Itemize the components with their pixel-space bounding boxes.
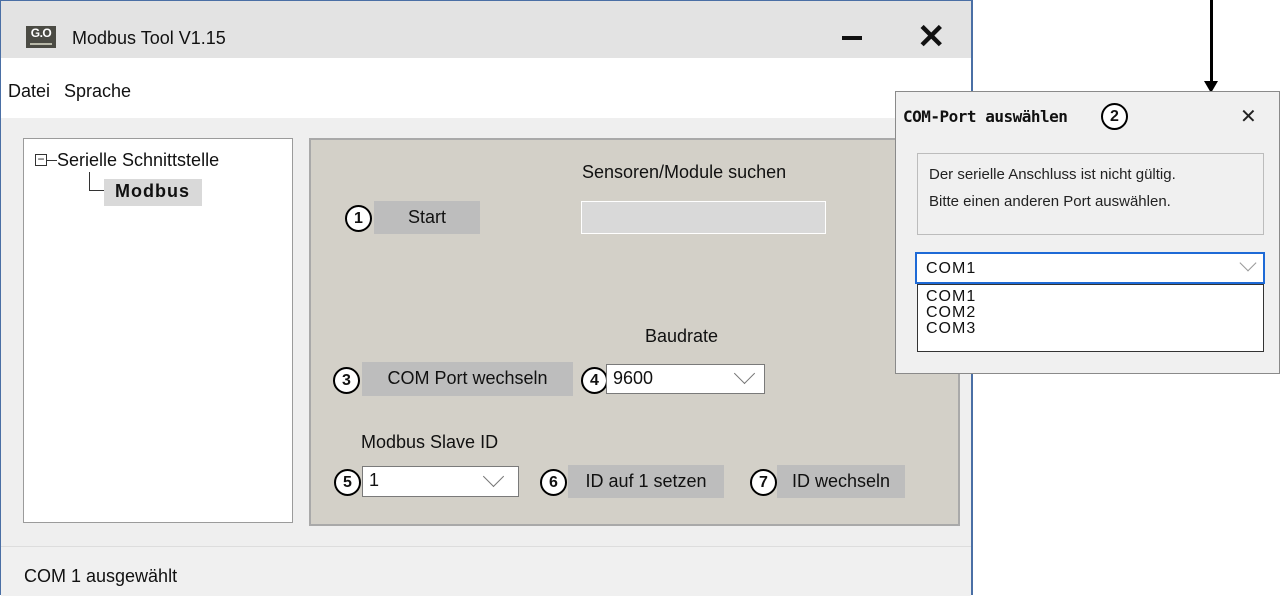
menu-bar	[1, 58, 971, 118]
chevron-down-icon	[1239, 254, 1257, 272]
marker-2: 2	[1101, 103, 1128, 130]
start-button[interactable]: Start	[374, 201, 480, 234]
tree-item-modbus-label: Modbus	[115, 181, 190, 201]
com-port-value: COM1	[926, 260, 977, 277]
dialog-message-line-2: Bitte einen anderen Port auswählen.	[929, 193, 1171, 210]
status-text: COM 1 ausgewählt	[24, 566, 178, 586]
chevron-down-icon	[482, 465, 505, 488]
baudrate-select[interactable]: 9600	[606, 362, 765, 394]
tree-item-serielle-schnittstelle[interactable]: Serielle Schnittstelle	[57, 150, 219, 171]
marker-3: 3	[333, 367, 360, 394]
marker-6: 6	[540, 469, 567, 496]
baudrate-value: 9600	[613, 368, 654, 388]
tree-connector	[47, 160, 57, 161]
tree-connector	[89, 190, 104, 191]
dialog-close-icon[interactable]: ✕	[1240, 104, 1257, 129]
minimize-button[interactable]	[842, 36, 862, 40]
com-port-select[interactable]: COM1	[915, 252, 1265, 284]
logo-text: G.O	[30, 26, 52, 40]
search-progress-field	[581, 201, 826, 234]
close-icon[interactable]: ✕	[917, 20, 946, 54]
marker-7: 7	[750, 469, 777, 496]
collapse-icon[interactable]: −	[35, 153, 47, 166]
com-port-option[interactable]: COM3	[926, 320, 976, 338]
menu-datei[interactable]: Datei	[8, 81, 50, 102]
slave-id-label: Modbus Slave ID	[361, 432, 499, 452]
slave-id-select[interactable]: 1	[362, 465, 519, 497]
marker-5: 5	[334, 469, 361, 496]
annotation-arrow	[1210, 0, 1213, 84]
marker-4: 4	[581, 367, 608, 394]
reset-id-button[interactable]: ID auf 1 setzen	[568, 465, 724, 498]
search-label: Sensoren/Module suchen	[582, 162, 787, 182]
window-title: Modbus Tool V1.15	[72, 28, 226, 48]
dialog-title: COM-Port auswählen	[903, 107, 1068, 126]
change-id-button[interactable]: ID wechseln	[777, 465, 905, 498]
dialog-message-line-1: Der serielle Anschluss ist nicht gültig.	[929, 166, 1176, 183]
app-logo-icon: G.O	[26, 26, 56, 48]
baudrate-label: Baudrate	[645, 326, 719, 346]
chevron-down-icon	[733, 362, 756, 385]
menu-sprache[interactable]: Sprache	[64, 81, 131, 102]
marker-1: 1	[345, 205, 372, 232]
com-port-button[interactable]: COM Port wechseln	[362, 362, 573, 396]
slave-id-value: 1	[369, 470, 380, 490]
tree-connector	[89, 172, 90, 190]
